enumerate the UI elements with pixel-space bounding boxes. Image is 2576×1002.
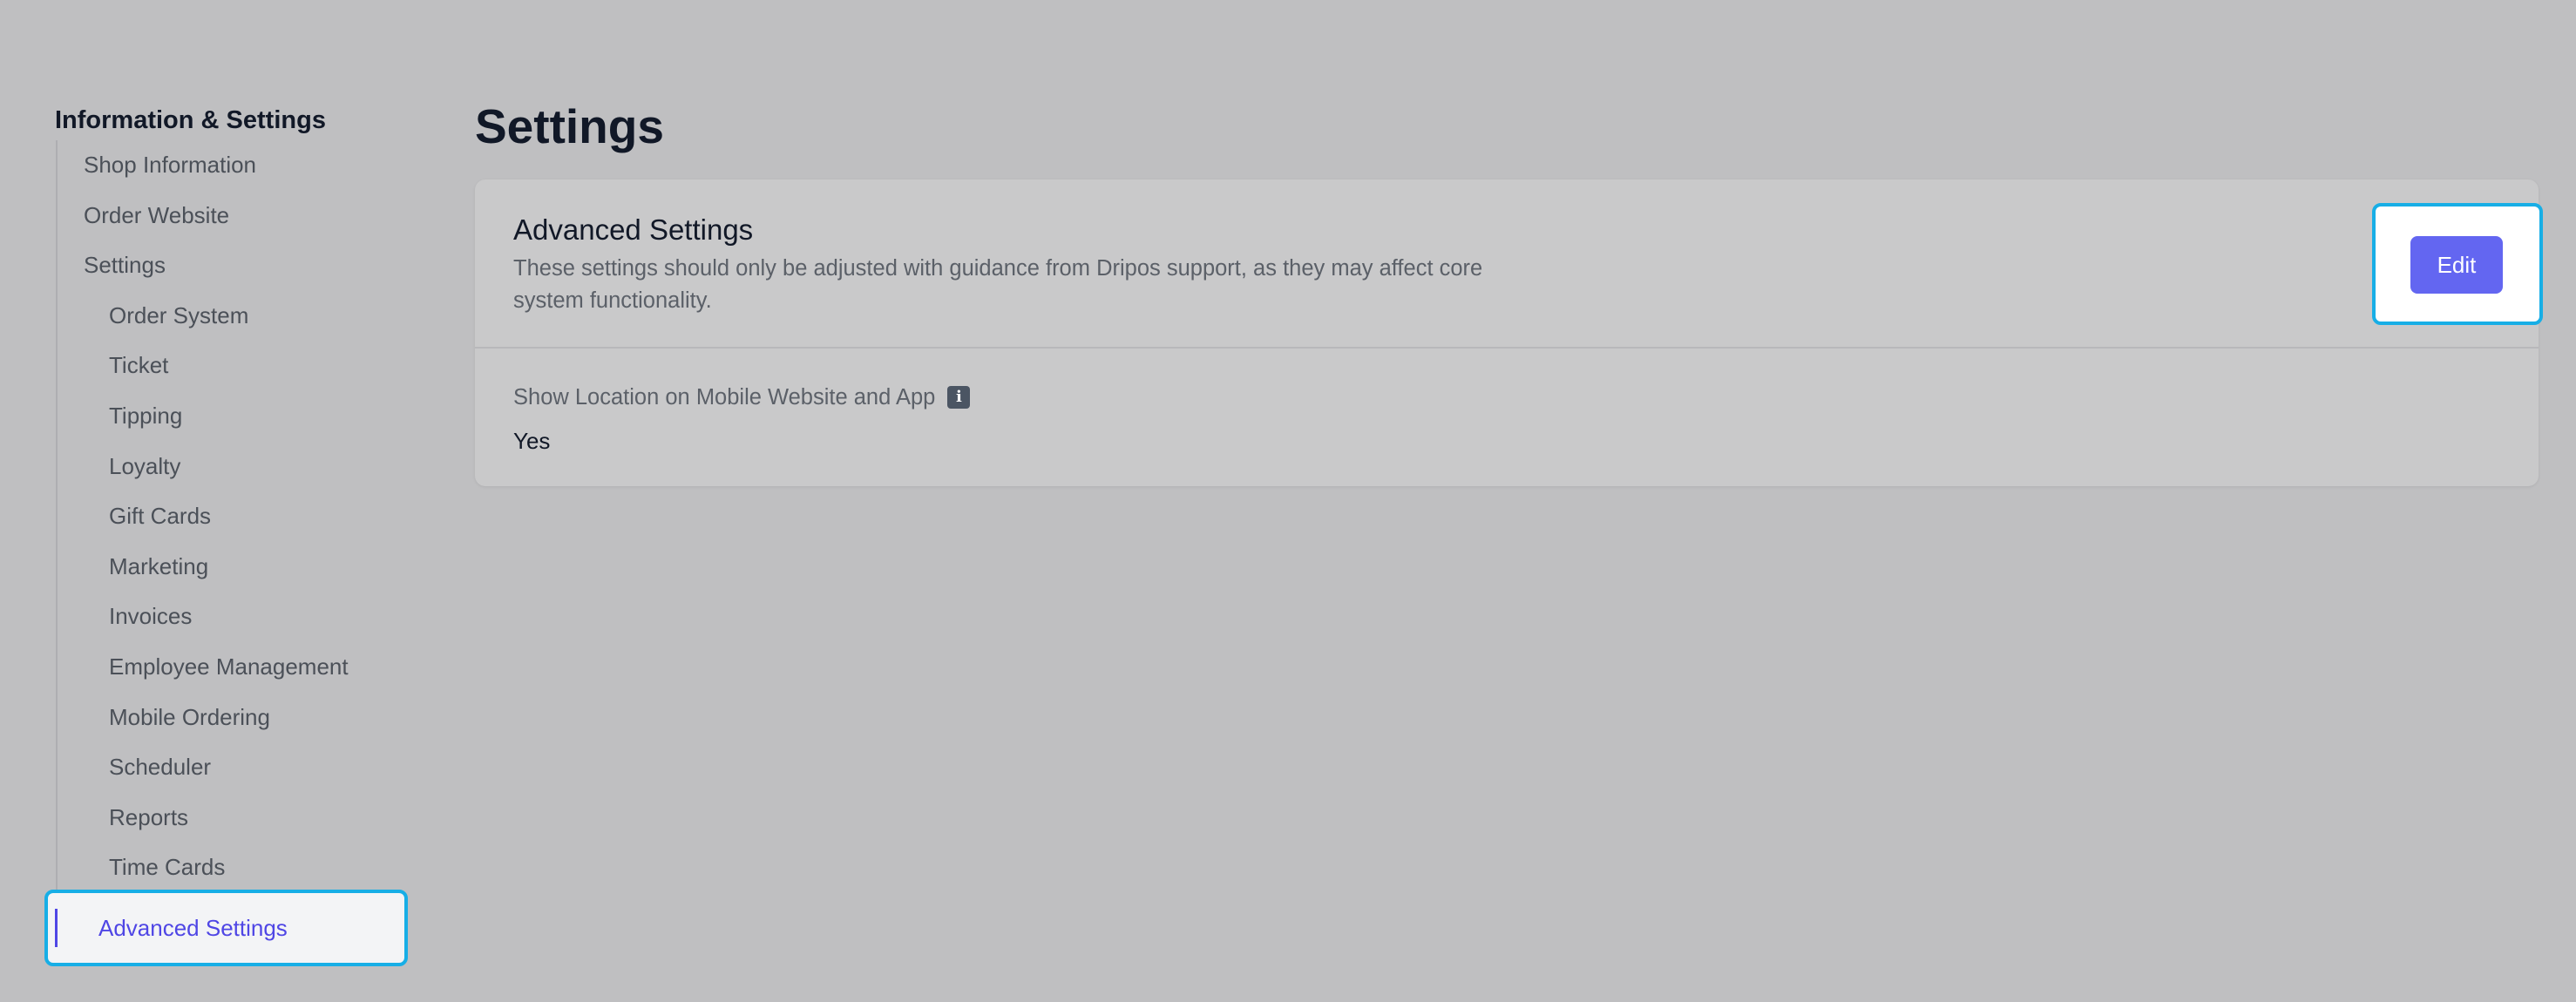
sidebar-nav-tree: Shop Information Order Website Settings …: [56, 140, 421, 893]
sidebar-item-scheduler[interactable]: Scheduler: [58, 742, 421, 793]
field-label-text: Show Location on Mobile Website and App: [513, 385, 936, 410]
sidebar-item-ticket[interactable]: Ticket: [58, 341, 421, 391]
sidebar-item-invoices[interactable]: Invoices: [58, 592, 421, 642]
sidebar-item-settings[interactable]: Settings: [58, 240, 421, 291]
field-label: Show Location on Mobile Website and App …: [513, 382, 971, 413]
card-description: These settings should only be adjusted w…: [513, 256, 1483, 313]
sidebar-item-order-system[interactable]: Order System: [58, 291, 421, 342]
sidebar-item-advanced-settings[interactable]: Advanced Settings: [44, 890, 408, 966]
sidebar-item-label: Advanced Settings: [98, 915, 288, 941]
info-icon[interactable]: i: [947, 386, 971, 409]
sidebar-item-shop-information[interactable]: Shop Information: [58, 140, 421, 191]
card-title: Advanced Settings: [513, 213, 754, 246]
page-title: Settings: [475, 99, 664, 153]
sidebar-item-employee-management[interactable]: Employee Management: [58, 642, 421, 693]
sidebar-item-marketing[interactable]: Marketing: [58, 542, 421, 592]
page: Information & Settings Shop Information …: [0, 0, 2576, 1002]
sidebar: Information & Settings Shop Information …: [55, 103, 421, 893]
edit-button-container: Edit: [2372, 203, 2543, 325]
sidebar-item-time-cards[interactable]: Time Cards: [58, 843, 421, 893]
sidebar-item-gift-cards[interactable]: Gift Cards: [58, 491, 421, 542]
sidebar-item-tipping[interactable]: Tipping: [58, 391, 421, 442]
sidebar-item-loyalty[interactable]: Loyalty: [58, 442, 421, 492]
active-indicator: [55, 909, 58, 947]
sidebar-item-order-website[interactable]: Order Website: [58, 191, 421, 241]
advanced-settings-card: Advanced Settings These settings should …: [475, 179, 2539, 486]
sidebar-item-mobile-ordering[interactable]: Mobile Ordering: [58, 693, 421, 743]
edit-button[interactable]: Edit: [2410, 236, 2503, 294]
card-header: Advanced Settings These settings should …: [475, 179, 2539, 349]
sidebar-heading: Information & Settings: [55, 106, 326, 134]
field-value: Yes: [513, 428, 551, 454]
sidebar-item-reports[interactable]: Reports: [58, 793, 421, 843]
